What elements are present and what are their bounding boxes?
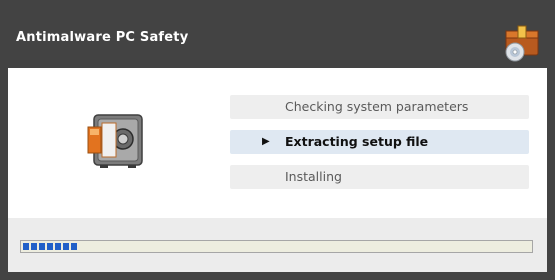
safe-icon (87, 114, 143, 168)
progress-bar (20, 240, 533, 253)
step-label: Checking system parameters (285, 99, 469, 114)
progress-segment (31, 243, 37, 250)
content-panel: Checking system parameters ▶ Extracting … (8, 68, 547, 218)
step-label: Extracting setup file (285, 134, 429, 149)
step-checking-system: Checking system parameters (230, 95, 529, 119)
footer-panel (8, 218, 547, 272)
step-installing: Installing (230, 165, 529, 189)
title-bar: Antimalware PC Safety (0, 0, 555, 68)
progress-segment (55, 243, 61, 250)
window-title: Antimalware PC Safety (16, 30, 189, 45)
installer-window: Antimalware PC Safety Checking system pa… (0, 0, 555, 280)
step-label: Installing (285, 169, 342, 184)
current-step-arrow-icon: ▶ (262, 136, 270, 147)
progress-segment (23, 243, 29, 250)
progress-segment (39, 243, 45, 250)
progress-segment (63, 243, 69, 250)
package-disc-icon (505, 25, 539, 62)
progress-segment (47, 243, 53, 250)
step-extracting-setup: ▶ Extracting setup file (230, 130, 529, 154)
progress-segment (71, 243, 77, 250)
